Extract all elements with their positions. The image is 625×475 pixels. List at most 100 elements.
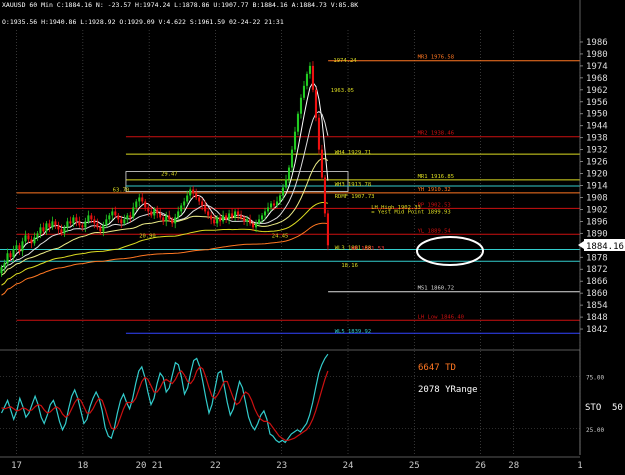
yrange-label: 2078 YRange — [418, 385, 478, 395]
x-tick-label: 24 — [343, 461, 354, 471]
candle-body — [141, 197, 144, 202]
y-tick-label: 1854 — [586, 301, 608, 311]
candle-body — [281, 187, 285, 196]
candle-body — [231, 213, 234, 218]
td-label: 6647 TD — [418, 363, 456, 373]
chart-window: MR3 1976.58 MR2 1938.46 MR1 1916.85 YH 1910… — [0, 0, 625, 471]
candle-body — [225, 215, 228, 220]
candle-body — [3, 263, 6, 268]
y-tick-label: 1866 — [586, 277, 608, 287]
level-label: MR3 1976.58 — [418, 55, 454, 61]
candle-body — [183, 201, 186, 206]
annotation-label: WH4 1929.71 — [335, 150, 371, 156]
annotation-label: WH3 1913.78 — [335, 182, 371, 188]
sto-label: STO — [585, 403, 601, 413]
candle-body — [228, 213, 231, 220]
level-label: MS1 1860.72 — [418, 286, 454, 292]
candle-body — [150, 211, 153, 216]
candle-body — [15, 245, 18, 250]
y-tick-label: 1920 — [586, 170, 608, 180]
candle-body — [317, 117, 321, 150]
candle-body — [66, 221, 69, 228]
annotation-label: RDMF 1907.73 — [335, 194, 375, 200]
candle-body — [275, 201, 279, 206]
level-label: YL 1889.54 — [418, 228, 452, 234]
y-tick-label: 1980 — [586, 50, 608, 60]
candle-body — [189, 189, 192, 196]
candle-body — [213, 219, 216, 224]
y-tick-label: 1872 — [586, 265, 608, 275]
candle-body — [162, 217, 165, 222]
annotation-label: 63.70 — [113, 187, 130, 193]
annotation-label: 24.45 — [272, 233, 289, 239]
candle-body — [39, 227, 42, 234]
candle-body — [120, 219, 123, 224]
candle-body — [138, 197, 141, 202]
y-tick-label: 1956 — [586, 98, 608, 108]
candle-body — [255, 223, 258, 228]
candle-body — [30, 239, 33, 244]
candle-body — [296, 113, 300, 132]
candle-body — [114, 211, 117, 216]
sto-value: 50 — [612, 403, 623, 413]
y-tick-label: 1842 — [586, 325, 608, 335]
annotation-label: = Yest Mid Point 1899.93 — [371, 210, 450, 216]
candle-body — [311, 65, 315, 90]
y-tick-label: 1932 — [586, 146, 608, 156]
candle-body — [96, 223, 99, 228]
candle-body — [18, 245, 21, 252]
candle-body — [198, 197, 201, 202]
annotation-label: 20.90 — [139, 233, 156, 239]
candle-body — [299, 97, 303, 114]
candle-body — [24, 235, 27, 242]
candle-body — [171, 219, 174, 224]
level-label: MR2 1938.46 — [418, 131, 454, 137]
level-label: MR1 1916.85 — [418, 174, 454, 180]
candle-body — [90, 215, 93, 220]
candle-body — [57, 225, 60, 230]
x-tick-label: 17 — [11, 461, 22, 471]
y-tick-label: 1938 — [586, 134, 608, 144]
candle-body — [168, 215, 171, 220]
candle-body — [186, 195, 189, 202]
candle-body — [159, 213, 162, 218]
candle-body — [264, 211, 267, 216]
candle-body — [207, 211, 210, 216]
candle-body — [249, 219, 252, 224]
y-tick-label: 1896 — [586, 217, 608, 227]
y-tick-label: 1974 — [586, 62, 608, 72]
candle-body — [54, 221, 57, 226]
candle-body — [210, 215, 213, 220]
candle-body — [293, 131, 297, 150]
level-label: YH 1910.32 — [418, 187, 451, 193]
y-tick-label: 1890 — [586, 229, 608, 239]
y-tick-label: 1962 — [586, 86, 608, 96]
candle-body — [126, 215, 129, 220]
candle-body — [21, 241, 24, 252]
y-tick-label: 1914 — [586, 182, 608, 192]
candle-body — [269, 203, 273, 208]
candle-body — [201, 201, 204, 206]
candle-body — [240, 215, 243, 218]
x-tick-label: 26 — [475, 461, 486, 471]
candle-body — [326, 213, 329, 246]
candle-body — [48, 223, 51, 228]
candle-body — [216, 217, 219, 224]
candle-body — [69, 221, 72, 224]
annotation-label: 18.16 — [341, 263, 358, 269]
header-text: XAUUSD 60 Min C:1884.16 N: -23.57 H:1974… — [2, 1, 358, 9]
candle-body — [237, 211, 240, 216]
candle-body — [320, 149, 324, 178]
x-tick-label: 1 — [577, 461, 582, 471]
candle-body — [272, 203, 276, 206]
x-tick-label: 20 21 — [136, 461, 163, 471]
candle-body — [36, 233, 39, 238]
y-tick-label: 1950 — [586, 110, 608, 120]
y-tick-label: 1860 — [586, 289, 608, 299]
price-chart[interactable]: MR3 1976.58 MR2 1938.46 MR1 1916.85 YH 1910… — [0, 0, 625, 471]
annotation-label: WL5 1839.92 — [335, 329, 371, 335]
candle-body — [33, 237, 36, 244]
candle-body — [287, 167, 291, 180]
candle-body — [111, 211, 114, 216]
x-tick-label: 18 — [77, 461, 88, 471]
